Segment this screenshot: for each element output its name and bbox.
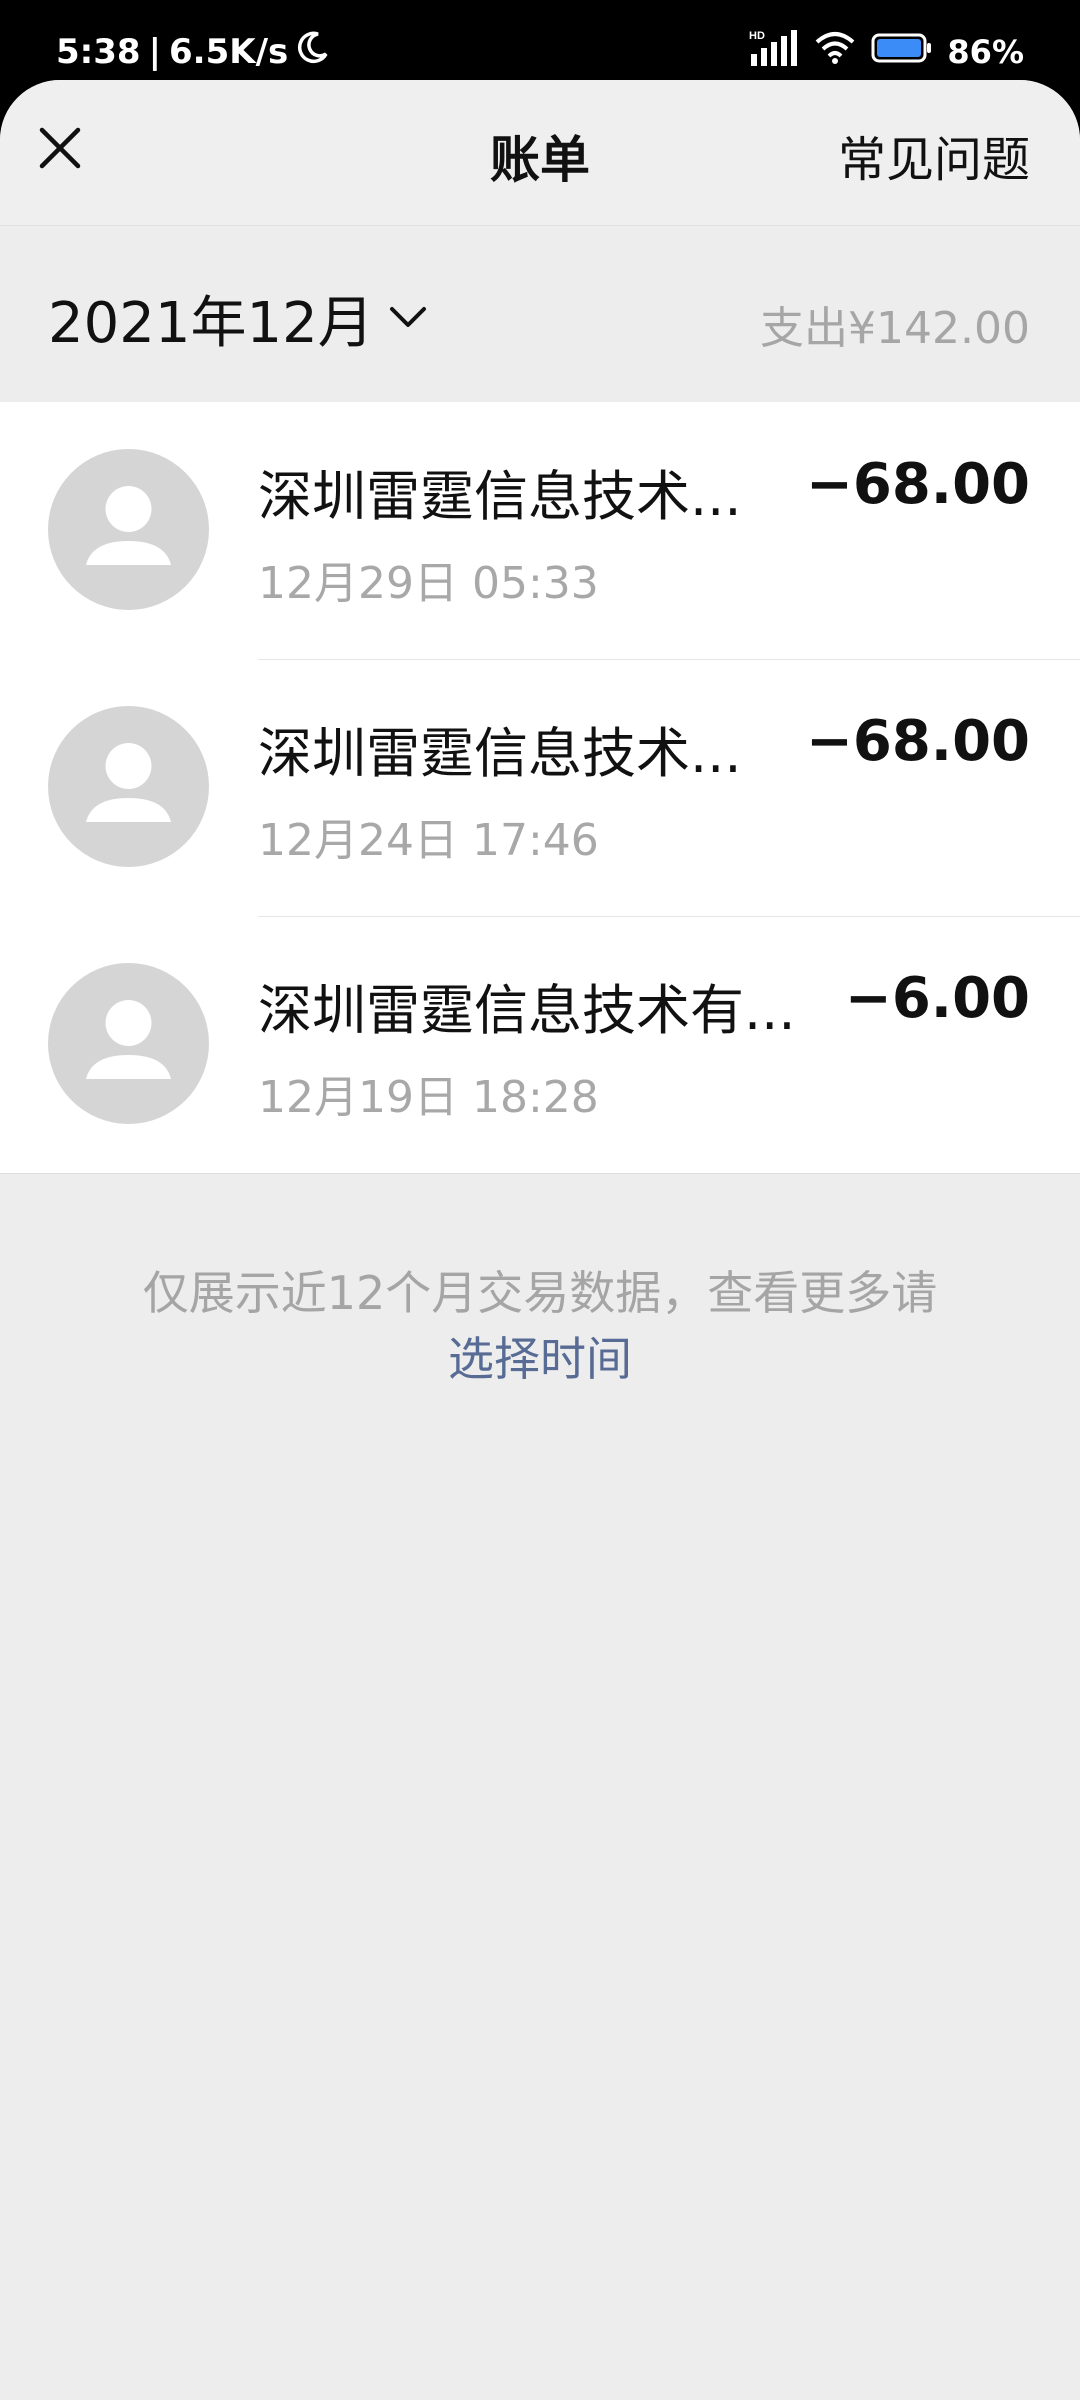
hd-label: HD xyxy=(749,30,765,42)
status-left: 5:38 | 6.5K/s xyxy=(56,30,330,73)
transaction-row[interactable]: 深圳雷霆信息技术... 12月24日 17:46 −68.00 xyxy=(0,659,1080,916)
select-time-link[interactable]: 选择时间 xyxy=(0,1326,1080,1392)
footer-note: 仅展示近12个月交易数据，查看更多请 选择时间 xyxy=(0,1260,1080,1392)
transaction-amount: −6.00 xyxy=(844,966,1030,1031)
signal-icon: HD xyxy=(749,28,799,76)
network-speed: 6.5K/s xyxy=(169,31,289,72)
transaction-time: 12月24日 17:46 xyxy=(258,815,599,866)
person-icon xyxy=(86,743,171,822)
transaction-row[interactable]: 深圳雷霆信息技术... 12月29日 05:33 −68.00 xyxy=(0,402,1080,659)
wifi-icon xyxy=(813,30,857,74)
avatar xyxy=(48,706,209,867)
month-label: 2021年12月 xyxy=(48,291,374,356)
month-selector[interactable]: 2021年12月 xyxy=(48,278,428,359)
battery-percent: 86% xyxy=(947,33,1024,71)
avatar xyxy=(48,963,209,1124)
person-icon xyxy=(86,486,171,565)
status-time: 5:38 xyxy=(56,31,141,72)
footer-note-text: 仅展示近12个月交易数据，查看更多请 xyxy=(142,1266,938,1320)
faq-link[interactable]: 常见问题 xyxy=(838,120,1030,190)
month-bar: 2021年12月 支出¥142.00 xyxy=(0,226,1080,401)
transaction-list: 深圳雷霆信息技术... 12月29日 05:33 −68.00 深圳雷霆信息技术… xyxy=(0,402,1080,1174)
transaction-time: 12月29日 05:33 xyxy=(258,558,599,609)
moon-icon xyxy=(296,30,330,73)
transaction-row[interactable]: 深圳雷霆信息技术有... 12月19日 18:28 −6.00 xyxy=(0,916,1080,1173)
avatar xyxy=(48,449,209,610)
bill-sheet: 账单 常见问题 2021年12月 支出¥142.00 深圳雷霆信息技术... 1… xyxy=(0,80,1080,2400)
battery-icon xyxy=(871,32,933,72)
status-right: HD 86% xyxy=(749,28,1024,76)
nav-bar: 账单 常见问题 xyxy=(0,80,1080,226)
merchant-name: 深圳雷霆信息技术... xyxy=(258,465,742,528)
chevron-down-icon xyxy=(388,303,428,335)
status-separator: | xyxy=(148,31,161,72)
transaction-time: 12月19日 18:28 xyxy=(258,1072,599,1123)
merchant-name: 深圳雷霆信息技术... xyxy=(258,722,742,785)
monthly-spend: 支出¥142.00 xyxy=(760,303,1030,354)
transaction-amount: −68.00 xyxy=(805,452,1030,517)
merchant-name: 深圳雷霆信息技术有... xyxy=(258,979,796,1042)
person-icon xyxy=(86,1000,171,1079)
transaction-amount: −68.00 xyxy=(805,709,1030,774)
